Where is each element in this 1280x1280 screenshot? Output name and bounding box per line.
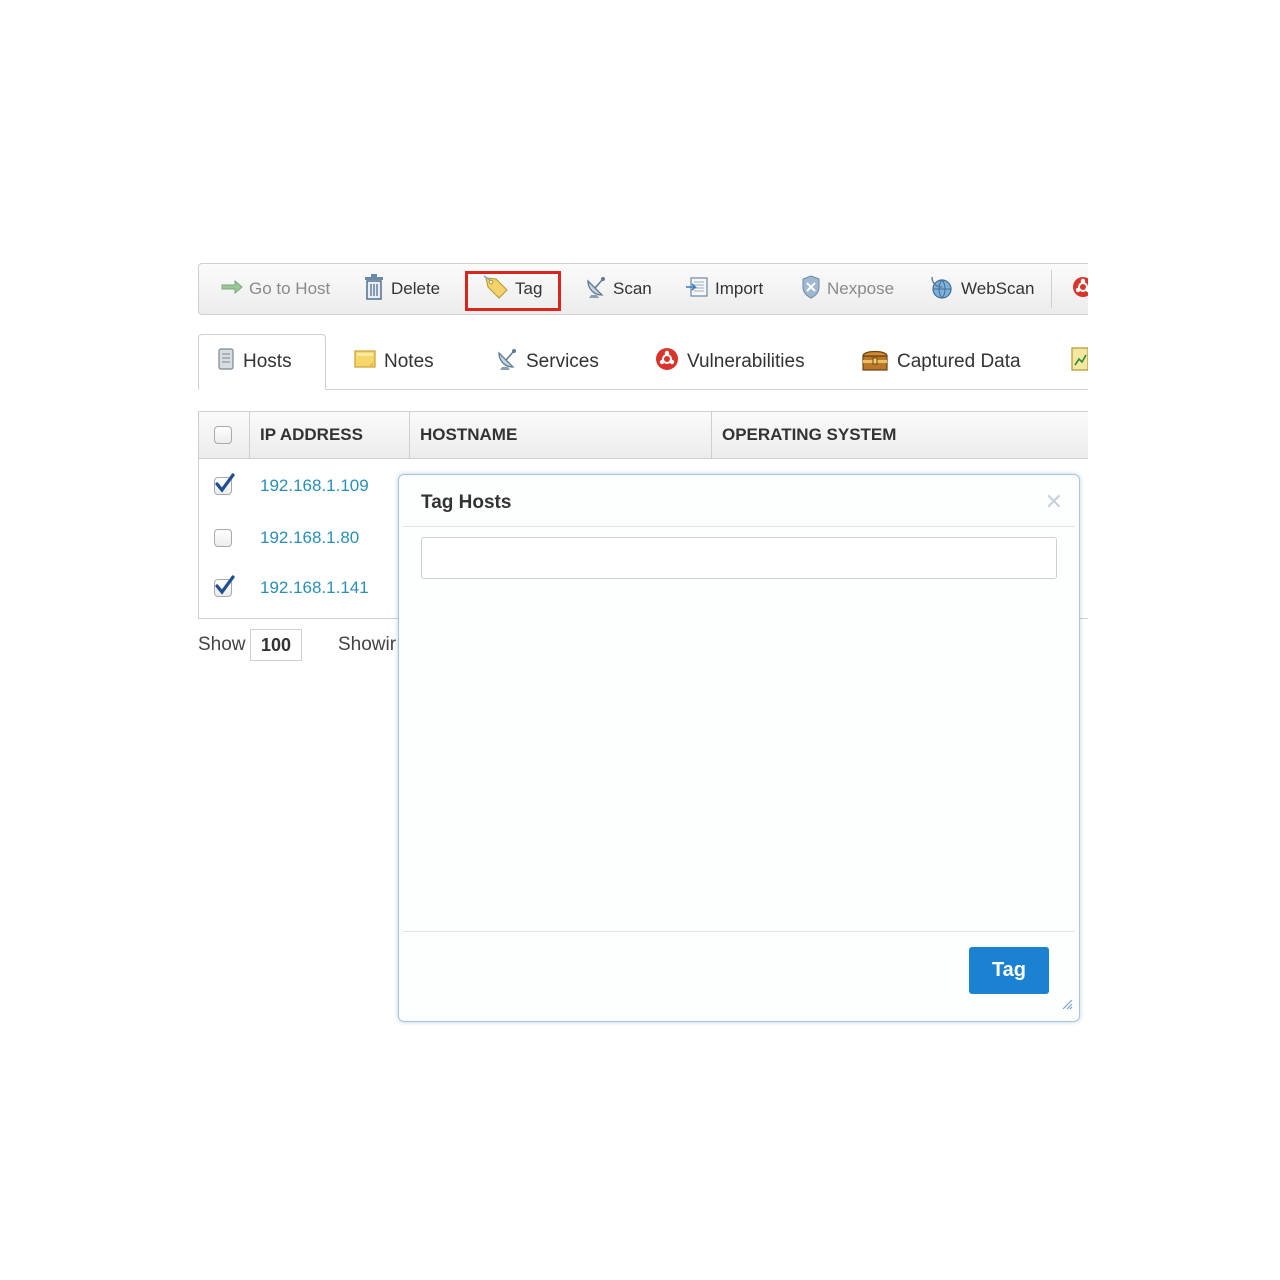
import-icon	[685, 276, 709, 303]
tag-button-highlight	[465, 271, 561, 311]
tab-services-label: Services	[526, 351, 599, 372]
page-size-select[interactable]: 100	[250, 629, 302, 661]
toolbar-separator	[1051, 270, 1052, 308]
app-viewport: Go to Host Delete Tag Scan Import Nexpos…	[0, 0, 1088, 1280]
delete-label: Delete	[391, 279, 441, 298]
arrow-right-icon	[221, 279, 243, 299]
column-header-hostname[interactable]: HOSTNAME	[420, 412, 517, 458]
server-icon	[217, 348, 235, 376]
go-to-host-button[interactable]: Go to Host	[221, 272, 330, 306]
column-separator	[711, 412, 712, 458]
nexpose-label: Nexpose	[827, 279, 895, 298]
notes-icon	[354, 349, 376, 375]
webscan-label: WebScan	[961, 279, 1035, 298]
tab-hosts[interactable]: Hosts	[198, 334, 326, 390]
row-checkbox[interactable]	[214, 473, 235, 495]
webscan-globe-icon	[929, 274, 955, 305]
column-separator	[409, 412, 410, 458]
satellite-dish-icon	[585, 275, 607, 304]
dialog-divider	[403, 526, 1075, 527]
show-label: Show	[198, 634, 246, 655]
tab-captured-data-label: Captured Data	[897, 351, 1021, 372]
vulnerability-biohazard-icon	[655, 347, 679, 377]
treasure-chest-icon	[861, 346, 889, 378]
report-icon	[1070, 347, 1088, 377]
tab-notes-label: Notes	[384, 351, 434, 372]
row-checkbox[interactable]	[214, 575, 235, 597]
tab-hosts-label: Hosts	[243, 351, 292, 372]
dialog-title: Tag Hosts	[421, 492, 512, 513]
exploit-button[interactable]	[1071, 272, 1088, 306]
import-button[interactable]: Import	[685, 272, 763, 306]
tag-submit-button[interactable]: Tag	[969, 947, 1049, 994]
column-separator	[249, 412, 250, 458]
go-to-host-label: Go to Host	[249, 279, 331, 298]
row-checkbox[interactable]	[214, 529, 232, 547]
column-header-operating-system[interactable]: OPERATING SYSTEM	[722, 412, 896, 458]
showing-entries-label: Showir	[338, 634, 397, 655]
tab-captured-data[interactable]: Captured Data	[861, 334, 1021, 390]
tab-services[interactable]: Services	[496, 334, 599, 390]
services-dish-icon	[496, 347, 518, 377]
checkmark-icon	[215, 575, 235, 595]
dialog-divider	[403, 931, 1075, 932]
toolbar: Go to Host Delete Tag Scan Import Nexpos…	[198, 263, 1088, 315]
nexpose-button[interactable]: Nexpose	[801, 272, 894, 306]
scan-label: Scan	[613, 279, 652, 298]
tab-vulnerabilities-label: Vulnerabilities	[687, 351, 805, 372]
checkmark-icon	[215, 473, 235, 493]
column-header-ip-address[interactable]: IP ADDRESS	[260, 412, 363, 458]
tag-hosts-dialog: Tag Hosts ✕ Tag	[398, 474, 1080, 1022]
tab-reports[interactable]	[1070, 334, 1088, 390]
table-header: IP ADDRESS HOSTNAME OPERATING SYSTEM	[199, 412, 1088, 459]
delete-button[interactable]: Delete	[363, 272, 440, 306]
webscan-button[interactable]: WebScan	[929, 272, 1034, 306]
tab-notes[interactable]: Notes	[354, 334, 434, 390]
import-label: Import	[715, 279, 764, 298]
host-ip-link[interactable]: 192.168.1.109	[260, 476, 369, 496]
tag-input[interactable]	[421, 537, 1057, 579]
resize-handle-icon[interactable]	[1061, 997, 1073, 1015]
biohazard-icon	[1071, 275, 1088, 304]
host-ip-link[interactable]: 192.168.1.80	[260, 528, 359, 548]
trash-icon	[363, 273, 385, 305]
host-ip-link[interactable]: 192.168.1.141	[260, 578, 369, 598]
select-all-checkbox[interactable]	[214, 426, 232, 444]
scan-button[interactable]: Scan	[585, 272, 652, 306]
nexpose-shield-icon	[801, 274, 821, 304]
close-icon[interactable]: ✕	[1045, 491, 1063, 513]
tab-vulnerabilities[interactable]: Vulnerabilities	[655, 334, 805, 390]
